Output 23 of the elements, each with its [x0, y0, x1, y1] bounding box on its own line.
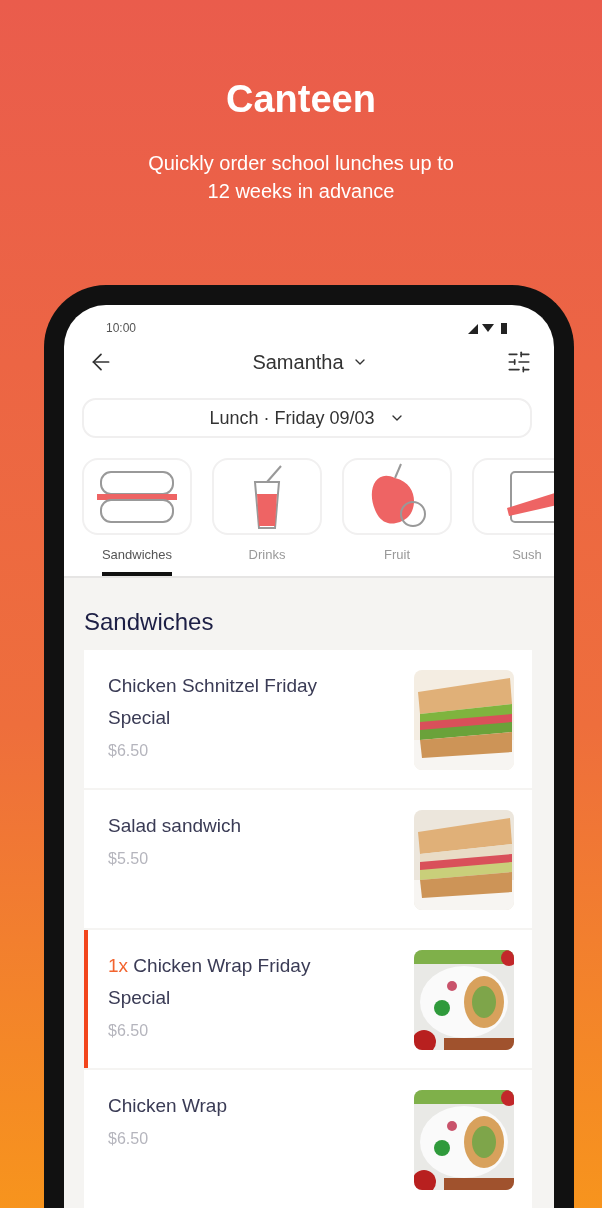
item-price: $6.50	[108, 742, 150, 760]
category-label: Sush	[512, 547, 542, 564]
subtitle: Quickly order school lunches up to 12 weeks in advance	[147, 151, 455, 204]
item-price: $5.50	[108, 850, 150, 868]
status-time: 10:00	[106, 321, 137, 336]
category-label: Drinks	[248, 547, 286, 564]
menu-item[interactable]: Salad sandwich $5.50	[84, 790, 532, 928]
item-name: Chicken Schnitzel Friday Special	[108, 674, 319, 730]
item-name: Chicken Wrap	[108, 1094, 228, 1118]
child-selector[interactable]: Samantha	[252, 350, 368, 374]
item-name: 1x Chicken Wrap Friday Special	[108, 954, 312, 1010]
menu-item[interactable]: Chicken Wrap $6.50	[84, 1070, 532, 1208]
menu-item[interactable]: 1x Chicken Wrap Friday Special $6.50	[84, 930, 532, 1068]
menu-item[interactable]: Chicken Schnitzel Friday Special $6.50	[84, 650, 532, 788]
section-title: Sandwiches	[84, 608, 215, 636]
item-price: $6.50	[108, 1130, 150, 1148]
date-selector[interactable]: Lunch · Friday 09/03	[82, 397, 532, 439]
status-icons	[468, 322, 508, 335]
item-price: $6.50	[108, 1022, 150, 1040]
item-name: Salad sandwich	[108, 814, 243, 838]
category-label: Fruit	[384, 547, 410, 564]
title: Canteen	[226, 78, 376, 121]
filter-icon	[506, 349, 532, 376]
